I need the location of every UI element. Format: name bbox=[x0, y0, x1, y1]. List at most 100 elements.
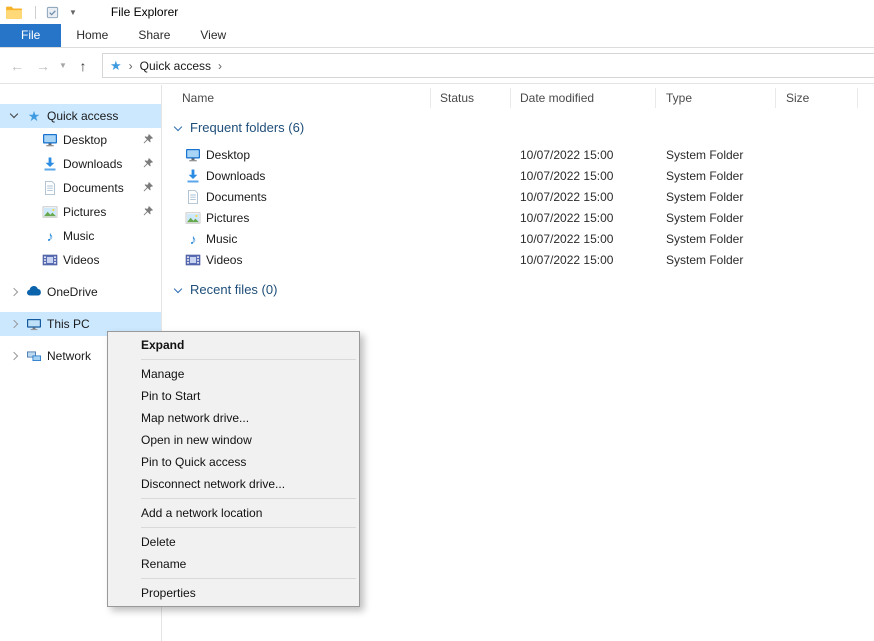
sidebar-item-label: Quick access bbox=[47, 109, 118, 123]
sidebar-item-music[interactable]: ♪ Music bbox=[0, 224, 161, 248]
back-button[interactable]: ← bbox=[4, 58, 30, 74]
menu-item-delete[interactable]: Delete bbox=[108, 531, 359, 553]
pin-icon bbox=[141, 157, 154, 170]
chevron-down-icon[interactable] bbox=[174, 285, 182, 293]
tab-home[interactable]: Home bbox=[61, 24, 123, 47]
file-name: Downloads bbox=[206, 169, 265, 183]
column-resize-handle[interactable] bbox=[775, 88, 776, 108]
breadcrumb-chevron-icon[interactable]: › bbox=[218, 59, 222, 73]
sidebar-item-label: Network bbox=[47, 349, 91, 363]
pictures-icon bbox=[185, 210, 201, 226]
chevron-down-icon[interactable] bbox=[10, 110, 18, 118]
menu-separator bbox=[141, 498, 356, 499]
file-type: System Folder bbox=[666, 211, 743, 225]
chevron-right-icon[interactable] bbox=[10, 288, 18, 296]
column-header-date-modified[interactable]: Date modified bbox=[520, 91, 594, 105]
column-header-name[interactable]: Name bbox=[182, 91, 214, 105]
titlebar-separator bbox=[35, 6, 36, 19]
file-name: Documents bbox=[206, 190, 267, 204]
navigation-toolbar: ← → ▼ ↑ ★ › Quick access › bbox=[0, 48, 874, 84]
ribbon-tab-bar: File Home Share View bbox=[0, 24, 874, 48]
downloads-icon bbox=[185, 168, 201, 184]
forward-button[interactable]: → bbox=[30, 58, 56, 74]
sidebar-item-label: Desktop bbox=[63, 133, 107, 147]
up-button[interactable]: ↑ bbox=[70, 58, 96, 74]
sidebar-item-downloads[interactable]: Downloads bbox=[0, 152, 161, 176]
chevron-right-icon[interactable] bbox=[10, 352, 18, 360]
file-row-desktop[interactable]: Desktop 10/07/2022 15:00 System Folder bbox=[163, 145, 874, 166]
desktop-icon bbox=[185, 147, 201, 163]
tab-file[interactable]: File bbox=[0, 24, 61, 47]
file-name: Videos bbox=[206, 253, 242, 267]
downloads-icon bbox=[42, 156, 58, 172]
onedrive-cloud-icon bbox=[26, 284, 42, 300]
chevron-right-icon[interactable] bbox=[10, 320, 18, 328]
file-type: System Folder bbox=[666, 169, 743, 183]
column-header-type[interactable]: Type bbox=[666, 91, 692, 105]
menu-item-disconnect-network-drive[interactable]: Disconnect network drive... bbox=[108, 473, 359, 495]
column-header-size[interactable]: Size bbox=[786, 91, 809, 105]
title-bar: ▼ File Explorer bbox=[0, 0, 874, 24]
tab-view[interactable]: View bbox=[185, 24, 241, 47]
column-header-status[interactable]: Status bbox=[440, 91, 474, 105]
file-date-modified: 10/07/2022 15:00 bbox=[520, 253, 613, 267]
menu-item-map-network-drive[interactable]: Map network drive... bbox=[108, 407, 359, 429]
documents-icon bbox=[42, 180, 58, 196]
documents-icon bbox=[185, 189, 201, 205]
file-type: System Folder bbox=[666, 232, 743, 246]
videos-icon bbox=[42, 252, 58, 268]
file-type: System Folder bbox=[666, 148, 743, 162]
file-date-modified: 10/07/2022 15:00 bbox=[520, 190, 613, 204]
file-row-documents[interactable]: Documents 10/07/2022 15:00 System Folder bbox=[163, 187, 874, 208]
column-resize-handle[interactable] bbox=[655, 88, 656, 108]
menu-item-pin-to-start[interactable]: Pin to Start bbox=[108, 385, 359, 407]
column-resize-handle[interactable] bbox=[510, 88, 511, 108]
sidebar-item-videos[interactable]: Videos bbox=[0, 248, 161, 272]
desktop-icon bbox=[42, 132, 58, 148]
sidebar-item-pictures[interactable]: Pictures bbox=[0, 200, 161, 224]
menu-item-expand[interactable]: Expand bbox=[108, 334, 359, 356]
pin-icon bbox=[141, 205, 154, 218]
sidebar-item-quick-access[interactable]: ★ Quick access bbox=[0, 104, 161, 128]
chevron-down-icon[interactable] bbox=[174, 123, 182, 131]
menu-item-properties[interactable]: Properties bbox=[108, 582, 359, 604]
menu-item-manage[interactable]: Manage bbox=[108, 363, 359, 385]
menu-item-rename[interactable]: Rename bbox=[108, 553, 359, 575]
sidebar-item-label: Pictures bbox=[63, 205, 106, 219]
file-row-music[interactable]: ♪ Music 10/07/2022 15:00 System Folder bbox=[163, 229, 874, 250]
tab-share[interactable]: Share bbox=[123, 24, 185, 47]
column-resize-handle[interactable] bbox=[857, 88, 858, 108]
sidebar-item-label: Videos bbox=[63, 253, 99, 267]
this-pc-monitor-icon bbox=[26, 316, 42, 332]
menu-separator bbox=[141, 578, 356, 579]
address-bar[interactable]: ★ › Quick access › bbox=[102, 53, 874, 78]
group-header-recent-files[interactable]: Recent files (0) bbox=[163, 279, 874, 301]
sidebar-item-label: This PC bbox=[47, 317, 90, 331]
file-row-pictures[interactable]: Pictures 10/07/2022 15:00 System Folder bbox=[163, 208, 874, 229]
breadcrumb-chevron-icon[interactable]: › bbox=[129, 59, 133, 73]
menu-separator bbox=[141, 527, 356, 528]
file-name: Desktop bbox=[206, 148, 250, 162]
sidebar-item-documents[interactable]: Documents bbox=[0, 176, 161, 200]
menu-item-pin-to-quick-access[interactable]: Pin to Quick access bbox=[108, 451, 359, 473]
quick-access-toolbar-icon[interactable] bbox=[45, 5, 60, 20]
menu-item-add-a-network-location[interactable]: Add a network location bbox=[108, 502, 359, 524]
sidebar-item-desktop[interactable]: Desktop bbox=[0, 128, 161, 152]
breadcrumb[interactable]: Quick access bbox=[140, 59, 211, 73]
file-row-downloads[interactable]: Downloads 10/07/2022 15:00 System Folder bbox=[163, 166, 874, 187]
qat-dropdown-caret-icon[interactable]: ▼ bbox=[69, 8, 77, 17]
recent-locations-caret-icon[interactable]: ▼ bbox=[56, 61, 70, 70]
column-resize-handle[interactable] bbox=[430, 88, 431, 108]
sidebar-item-label: Documents bbox=[63, 181, 124, 195]
menu-separator bbox=[141, 359, 356, 360]
videos-icon bbox=[185, 252, 201, 268]
quick-access-star-icon: ★ bbox=[110, 59, 122, 72]
file-row-videos[interactable]: Videos 10/07/2022 15:00 System Folder bbox=[163, 250, 874, 271]
sidebar-item-onedrive[interactable]: OneDrive bbox=[0, 280, 161, 304]
menu-item-open-in-new-window[interactable]: Open in new window bbox=[108, 429, 359, 451]
group-header-frequent-folders[interactable]: Frequent folders (6) bbox=[163, 117, 874, 139]
file-date-modified: 10/07/2022 15:00 bbox=[520, 169, 613, 183]
file-name: Pictures bbox=[206, 211, 249, 225]
quick-access-star-icon: ★ bbox=[26, 108, 42, 124]
column-header-row: Name Status Date modified Type Size bbox=[163, 85, 874, 111]
